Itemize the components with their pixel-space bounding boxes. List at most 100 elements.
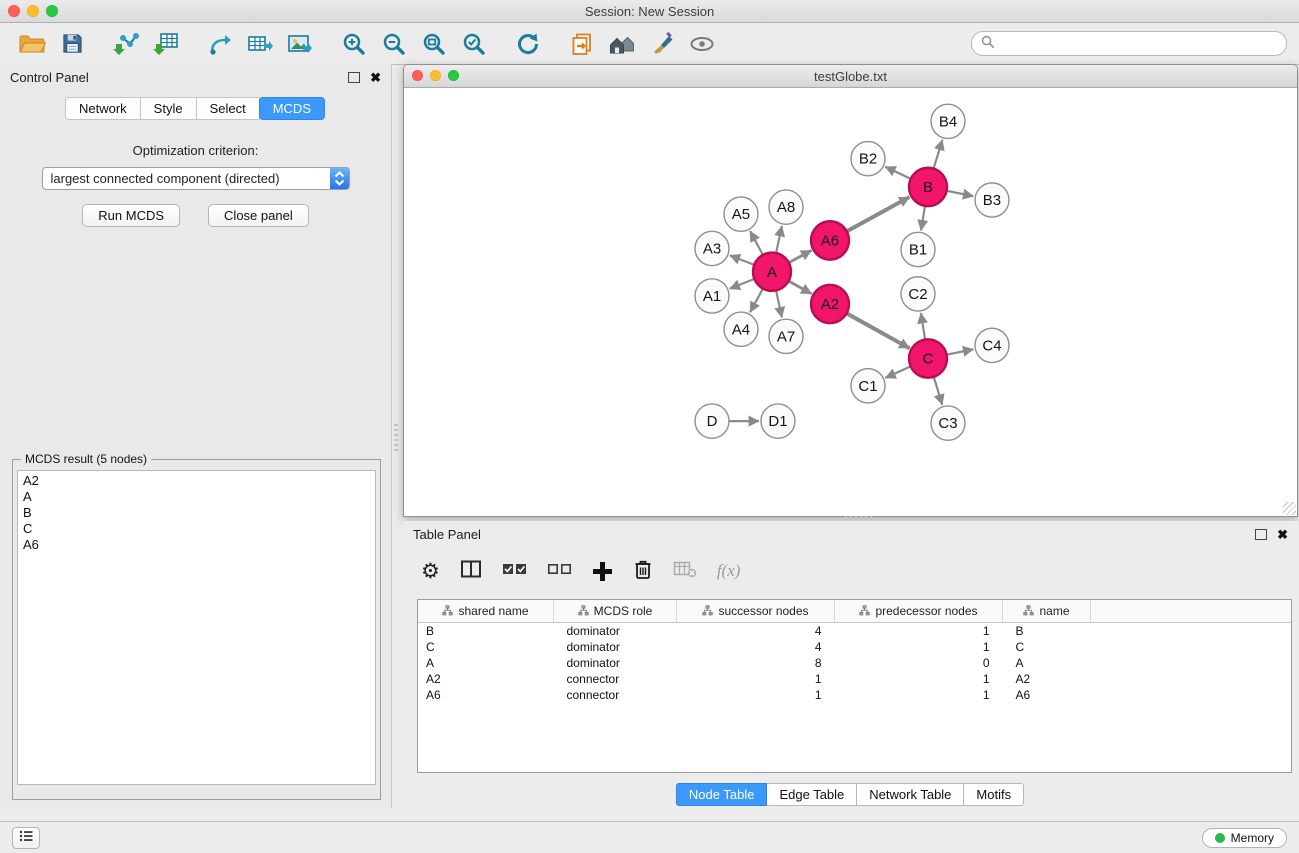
graph-edge-A-A3[interactable]: [730, 255, 755, 264]
graph-edge-B-B3[interactable]: [947, 191, 974, 196]
result-item[interactable]: B: [23, 505, 370, 521]
table-row[interactable]: Bdominator41B: [418, 623, 1291, 640]
tab-mcds[interactable]: MCDS: [259, 97, 325, 120]
graph-node-A2[interactable]: A2: [811, 285, 849, 323]
run-mcds-button[interactable]: Run MCDS: [82, 204, 180, 227]
show-columns-button[interactable]: [460, 556, 482, 586]
table-cell[interactable]: 1: [835, 623, 1003, 640]
table-cell[interactable]: A6: [418, 687, 554, 703]
table-cell[interactable]: 4: [677, 623, 835, 640]
graph-edge-A-A5[interactable]: [750, 231, 763, 255]
delete-column-button[interactable]: [633, 556, 653, 586]
table-cell[interactable]: 0: [835, 655, 1003, 671]
deselect-all-button[interactable]: [547, 556, 572, 586]
tab-edge-table[interactable]: Edge Table: [766, 783, 857, 806]
criterion-dropdown[interactable]: largest connected component (directed): [42, 167, 350, 190]
graph-node-D1[interactable]: D1: [761, 404, 795, 438]
network-minimize-button[interactable]: [430, 70, 441, 81]
table-cell[interactable]: 1: [835, 687, 1003, 703]
graph-edge-A-A7[interactable]: [776, 290, 782, 317]
column-header-name[interactable]: name: [1003, 600, 1091, 623]
table-cell[interactable]: 8: [677, 655, 835, 671]
graph-edge-A2-C[interactable]: [847, 313, 910, 348]
export-image-button[interactable]: [280, 28, 320, 60]
graph-node-A[interactable]: A: [753, 253, 791, 291]
graph-edge-B-B4[interactable]: [934, 140, 943, 169]
graph-edge-C-C3[interactable]: [934, 377, 943, 405]
graph-node-B4[interactable]: B4: [931, 104, 965, 138]
graph-edge-B-B1[interactable]: [921, 206, 925, 231]
result-item[interactable]: A: [23, 489, 370, 505]
show-hide-button[interactable]: [682, 28, 722, 60]
network-close-button[interactable]: [412, 70, 423, 81]
table-row[interactable]: A2connector11A2: [418, 671, 1291, 687]
tab-select[interactable]: Select: [196, 97, 260, 120]
zoom-out-button[interactable]: [374, 28, 414, 60]
close-panel-button[interactable]: Close panel: [208, 204, 309, 227]
graph-edge-A6-B[interactable]: [847, 197, 910, 231]
table-cell[interactable]: A: [418, 655, 554, 671]
graph-node-B1[interactable]: B1: [901, 232, 935, 266]
mcds-result-list[interactable]: A2ABCA6: [17, 470, 376, 785]
table-cell[interactable]: A6: [1003, 687, 1091, 703]
result-item[interactable]: C: [23, 521, 370, 537]
table-cell[interactable]: dominator: [554, 655, 677, 671]
table-cell[interactable]: A2: [418, 671, 554, 687]
graph-node-B3[interactable]: B3: [975, 183, 1009, 217]
graph-edge-C-C1[interactable]: [885, 366, 910, 378]
table-row[interactable]: Cdominator41C: [418, 639, 1291, 655]
table-row[interactable]: A6connector11A6: [418, 687, 1291, 703]
zoom-in-button[interactable]: [334, 28, 374, 60]
column-header-successor-nodes[interactable]: successor nodes: [677, 600, 835, 623]
table-cell[interactable]: C: [418, 639, 554, 655]
vertical-splitter-grip[interactable]: [394, 424, 398, 454]
zoom-window-button[interactable]: [46, 5, 58, 17]
horizontal-splitter-grip[interactable]: [845, 516, 875, 520]
import-network-button[interactable]: [106, 28, 146, 60]
function-builder-button[interactable]: f(x): [717, 556, 741, 586]
table-cell[interactable]: A: [1003, 655, 1091, 671]
select-all-button[interactable]: [502, 556, 527, 586]
import-table-button[interactable]: [146, 28, 186, 60]
graph-node-A7[interactable]: A7: [769, 319, 803, 353]
graph-node-A6[interactable]: A6: [811, 221, 849, 259]
apply-layout-button[interactable]: [508, 28, 548, 60]
graph-node-B[interactable]: B: [909, 168, 947, 206]
graph-edge-A-A2[interactable]: [789, 281, 812, 294]
graph-node-C[interactable]: C: [909, 339, 947, 377]
style-brush-button[interactable]: [642, 28, 682, 60]
graph-edge-C-C4[interactable]: [947, 349, 974, 354]
table-cell[interactable]: dominator: [554, 623, 677, 640]
table-row[interactable]: Adominator80A: [418, 655, 1291, 671]
tab-style[interactable]: Style: [140, 97, 197, 120]
graph-edge-A-A6[interactable]: [789, 250, 812, 262]
search-input[interactable]: [999, 35, 1277, 52]
table-cell[interactable]: 1: [835, 671, 1003, 687]
close-panel-icon[interactable]: ✖: [370, 71, 381, 84]
table-cell[interactable]: dominator: [554, 639, 677, 655]
float-panel-icon[interactable]: [348, 72, 360, 83]
graph-edge-B-B2[interactable]: [885, 167, 911, 179]
column-header-shared-name[interactable]: shared name: [418, 600, 554, 623]
table-settings-button[interactable]: ⚙: [421, 556, 440, 586]
minimize-window-button[interactable]: [27, 5, 39, 17]
graph-node-C4[interactable]: C4: [975, 328, 1009, 362]
table-cell[interactable]: 4: [677, 639, 835, 655]
task-history-button[interactable]: [12, 827, 40, 849]
save-session-button[interactable]: [52, 28, 92, 60]
table-cell[interactable]: connector: [554, 687, 677, 703]
first-neighbors-button[interactable]: [602, 28, 642, 60]
open-session-button[interactable]: [12, 28, 52, 60]
graph-node-A3[interactable]: A3: [695, 231, 729, 265]
graph-node-C3[interactable]: C3: [931, 406, 965, 440]
graph-node-A5[interactable]: A5: [724, 197, 758, 231]
toolbar-search[interactable]: [971, 31, 1287, 56]
graph-edge-A-A4[interactable]: [750, 289, 763, 313]
table-cell[interactable]: C: [1003, 639, 1091, 655]
memory-button[interactable]: Memory: [1202, 828, 1287, 848]
graph-node-A1[interactable]: A1: [695, 279, 729, 313]
table-cell[interactable]: B: [1003, 623, 1091, 640]
table-cell[interactable]: B: [418, 623, 554, 640]
create-column-button[interactable]: [592, 556, 613, 586]
export-table-button[interactable]: [240, 28, 280, 60]
